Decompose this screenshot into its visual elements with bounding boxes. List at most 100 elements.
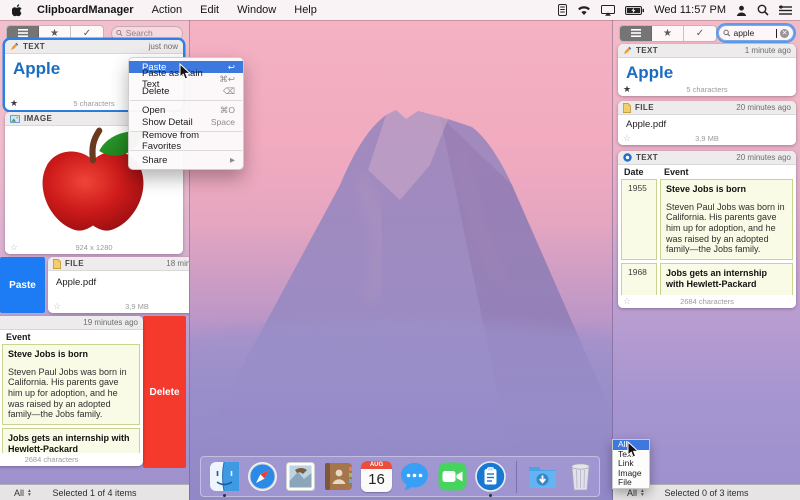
image-clip-icon [10,115,20,123]
card-footer: 2684 characters ☆ [618,295,796,308]
all-items-tab[interactable] [7,26,39,41]
clip-card-file-applepdf[interactable]: FILE 18 minutes ago Apple.pdf 3,9 MB ☆ [48,257,190,313]
dock-calendar-icon[interactable]: AUG 16 [361,461,392,492]
selection-status: Selected 1 of 4 items [0,488,189,498]
mouse-cursor [627,441,639,458]
table-row: 1955 Steve Jobs is born Steven Paul Jobs… [621,179,793,260]
wifi-icon[interactable] [577,5,591,16]
favorite-star[interactable]: ★ [10,97,18,110]
dock-finder-icon[interactable] [209,461,240,492]
file-clip-icon [623,103,631,113]
table-row: 1955 Steve Jobs is born Steven Paul Jobs… [0,344,140,425]
macos-desktop: { "menu_bar": { "app_name": "ClipboardMa… [0,0,800,500]
context-menu-open[interactable]: Open ⌘O [129,104,243,116]
mouse-cursor [179,63,191,80]
user-icon[interactable] [736,5,747,16]
file-clip-icon [53,259,61,269]
list-icon [631,29,641,37]
right-search-field[interactable]: ✕ [718,25,794,41]
favorite-star[interactable]: ★ [623,83,631,96]
search-icon [723,29,730,37]
favorite-star[interactable]: ☆ [10,241,18,254]
clip-card-table-text[interactable]: TEXT 20 minutes ago Date Event 1955 Stev… [618,151,796,308]
clip-content: Apple [618,58,796,83]
running-indicator [223,494,226,497]
favorite-star[interactable]: ☆ [623,132,631,145]
card-footer: 5 characters ★ [618,83,796,96]
text-caret [776,29,777,38]
left-view-segmented-control: ★ ✓ [6,25,104,42]
card-footer: 2684 characters ☆ [0,453,143,466]
card-header: TEXT 20 minutes ago [618,151,796,165]
table-column-headers: Date Event [0,330,143,344]
selection-status: Selected 0 of 3 items [613,488,800,498]
text-clip-icon [10,42,19,51]
dock-messages-icon[interactable] [399,461,430,492]
dock-facetime-icon[interactable] [437,461,468,492]
filter-option-file[interactable]: File [613,478,649,488]
battery-icon[interactable] [625,6,644,15]
dock-mail-icon[interactable] [285,461,316,492]
dock-safari-icon[interactable] [247,461,278,492]
clip-card-table-text[interactable]: TEXT 19 minutes ago Date Event 1955 Stev… [0,316,143,466]
richtext-clip-icon [623,153,632,162]
card-header: TEXT just now [5,40,183,54]
dock-downloads-icon[interactable] [527,461,558,492]
favorites-tab[interactable]: ★ [39,26,71,41]
submenu-arrow-icon: ▶ [230,156,235,164]
card-header: FILE 20 minutes ago [618,101,796,115]
calendar-month: AUG [361,461,392,469]
clip-card-text-apple[interactable]: TEXT 1 minute ago Apple 5 characters ★ [618,44,796,96]
dock-separator [516,461,517,493]
favorite-star[interactable]: ☆ [53,300,61,313]
dock: AUG 16 [200,456,600,497]
swipe-paste-button[interactable]: Paste [0,257,45,313]
dock-clipboardmanager-icon[interactable] [475,461,506,492]
context-menu-remove-favorites[interactable]: Remove from Favorites [129,135,243,147]
notification-center-icon[interactable] [779,5,792,16]
running-indicator [489,494,492,497]
airplay-display-icon[interactable] [601,5,615,16]
context-menu-show-detail[interactable]: Show Detail Space [129,116,243,128]
search-icon [116,29,123,37]
swipe-delete-button[interactable]: Delete [143,316,186,468]
menu-separator [130,100,242,101]
calendar-day: 16 [361,469,392,490]
card-header: TEXT 1 minute ago [618,44,796,58]
right-clipboard-panel: ★ ✓ ✕ TEXT 1 minute ago Apple 5 characte… [612,20,800,500]
favorite-star[interactable]: ☆ [623,295,631,308]
table-column-headers: Date Event [618,165,796,179]
list-icon [18,29,28,37]
apple-menu-icon[interactable] [12,4,23,17]
card-header: TEXT 19 minutes ago [0,316,143,330]
menu-edit[interactable]: Edit [200,4,219,16]
menu-action[interactable]: Action [152,4,183,16]
star-icon: ★ [50,28,59,39]
clipboard-status-icon[interactable] [558,4,567,16]
dock-contacts-icon[interactable] [323,461,354,492]
star-icon: ★ [663,28,672,39]
left-search-input[interactable] [126,28,178,38]
selected-tab[interactable]: ✓ [71,26,103,41]
menu-window[interactable]: Window [237,4,276,16]
right-view-segmented-control: ★ ✓ [619,25,717,42]
dock-trash-icon[interactable] [565,461,596,492]
all-items-tab[interactable] [620,26,652,41]
selected-tab[interactable]: ✓ [684,26,716,41]
spotlight-search-icon[interactable] [757,4,769,16]
menu-help[interactable]: Help [294,4,317,16]
clear-search-icon[interactable]: ✕ [780,29,789,38]
text-clip-icon [623,46,632,55]
clip-card-file-applepdf[interactable]: FILE 20 minutes ago Apple.pdf 3,9 MB ☆ [618,101,796,145]
menubar-app-name[interactable]: ClipboardManager [37,4,134,16]
check-icon: ✓ [696,28,704,39]
menubar-clock[interactable]: Wed 11:57 PM [654,4,726,16]
favorites-tab[interactable]: ★ [652,26,684,41]
left-search-field[interactable] [111,26,183,41]
context-menu-share[interactable]: Share ▶ [129,154,243,166]
clip-content: Apple.pdf [618,115,796,130]
left-status-bar: All ▴▾ Selected 1 of 4 items [0,484,189,500]
check-icon: ✓ [83,28,91,39]
card-footer: 924 x 1280 ☆ [5,241,183,254]
card-footer: 3,9 MB ☆ [48,300,190,313]
